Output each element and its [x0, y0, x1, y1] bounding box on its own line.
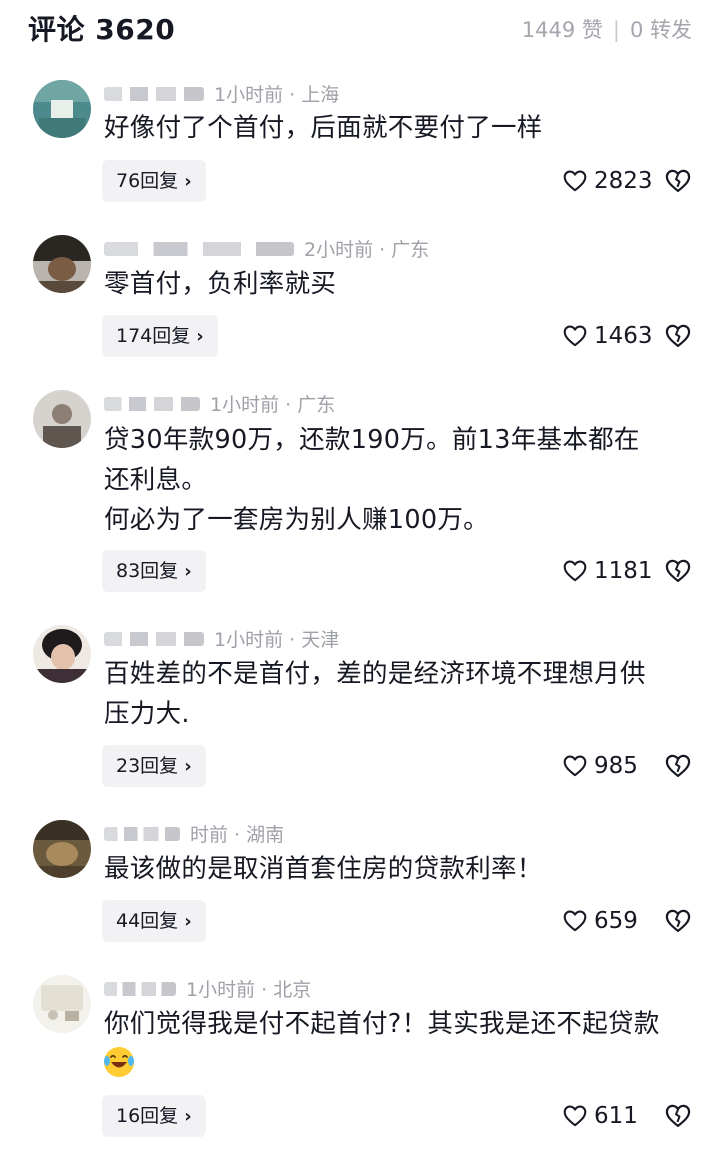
comment-text-line: 最该做的是取消首套住房的贷款利率！ [104, 854, 543, 884]
like-count: 611 [594, 1103, 638, 1129]
comment-time-location: 1小时前 · 广东 [210, 394, 336, 416]
avatar[interactable] [33, 80, 91, 138]
blurred-username[interactable] [104, 826, 180, 841]
replies-button[interactable]: 16回复 › [102, 1095, 206, 1137]
replies-button[interactable]: 174回复 › [102, 315, 218, 357]
replies-button[interactable]: 23回复 › [102, 745, 206, 787]
broken-heart-icon[interactable] [664, 322, 692, 350]
avatar[interactable] [33, 390, 91, 448]
broken-heart-icon[interactable] [664, 907, 692, 935]
blurred-username[interactable] [104, 86, 204, 101]
avatar[interactable] [33, 975, 91, 1033]
comment-text-line: 百姓差的不是首付，差的是经济环境不理想月供 [104, 659, 646, 689]
chevron-right-icon: › [196, 326, 204, 347]
replies-button[interactable]: 76回复 › [102, 160, 206, 202]
comment-meta: 1小时前 · 广东 [104, 390, 335, 416]
comments-count-title: 评论 3620 [28, 13, 176, 46]
heart-outline-icon [563, 325, 587, 347]
broken-heart-icon[interactable] [664, 752, 692, 780]
comment-time-location: 2小时前 · 广东 [304, 239, 430, 261]
replies-count: 76回复 [116, 170, 179, 192]
stats-divider: | [612, 18, 620, 42]
laughing-tears-emoji [104, 1047, 134, 1077]
chevron-right-icon: › [184, 756, 192, 777]
comments-header: 评论 3620 1449 赞 | 0 转发 [0, 0, 720, 52]
replies-button[interactable]: 83回复 › [102, 550, 206, 592]
like-button[interactable]: 1181 [562, 555, 653, 587]
like-count: 1463 [594, 323, 653, 349]
chevron-right-icon: › [184, 1106, 192, 1127]
avatar[interactable] [33, 625, 91, 683]
like-button[interactable]: 1463 [562, 320, 653, 352]
comment-time-location: 1小时前 · 上海 [214, 84, 340, 106]
like-button[interactable]: 611 [562, 1100, 638, 1132]
header-stats: 1449 赞 | 0 转发 [522, 14, 692, 44]
blurred-username[interactable] [104, 241, 294, 256]
heart-outline-icon [563, 910, 587, 932]
replies-count: 174回复 [116, 325, 191, 347]
likes-count: 1449 赞 [521, 18, 603, 42]
comment-time-location: 1小时前 · 北京 [186, 979, 312, 1001]
comment-text-line: 贷30年款90万，还款190万。前13年基本都在 [104, 425, 640, 455]
like-button[interactable]: 985 [562, 750, 638, 782]
broken-heart-icon[interactable] [664, 557, 692, 585]
chevron-right-icon: › [184, 561, 192, 582]
replies-button[interactable]: 44回复 › [102, 900, 206, 942]
comment-text: 百姓差的不是首付，差的是经济环境不理想月供 压力大. [104, 654, 699, 734]
like-count: 2823 [594, 168, 653, 194]
replies-count: 44回复 [116, 910, 179, 932]
avatar[interactable] [33, 820, 91, 878]
like-button[interactable]: 2823 [562, 165, 653, 197]
heart-outline-icon [563, 560, 587, 582]
comment-text: 贷30年款90万，还款190万。前13年基本都在 还利息。 何必为了一套房为别人… [104, 420, 699, 540]
replies-count: 23回复 [116, 755, 179, 777]
comment-text: 你们觉得我是付不起首付?！其实我是还不起贷款 [104, 1004, 699, 1044]
like-count: 985 [594, 753, 638, 779]
like-count: 659 [594, 908, 638, 934]
replies-count: 16回复 [116, 1105, 179, 1127]
comment-meta: 1小时前 · 北京 [104, 975, 311, 1001]
comment-text-line: 好像付了个首付，后面就不要付了一样 [104, 113, 543, 143]
like-button[interactable]: 659 [562, 905, 638, 937]
comment-meta: 1小时前 · 天津 [104, 625, 339, 651]
comment-text: 零首付，负利率就买 [104, 264, 699, 304]
comment-meta: 时前 · 湖南 [104, 820, 284, 846]
comment-text-line: 压力大. [104, 699, 190, 729]
heart-outline-icon [563, 170, 587, 192]
comment-text-line: 何必为了一套房为别人赚100万。 [104, 505, 489, 535]
blurred-username[interactable] [104, 981, 176, 996]
replies-count: 83回复 [116, 560, 179, 582]
like-count: 1181 [594, 558, 653, 584]
blurred-username[interactable] [104, 631, 204, 646]
heart-outline-icon [563, 755, 587, 777]
comment-text-line: 你们觉得我是付不起首付?！其实我是还不起贷款 [104, 1009, 660, 1039]
heart-outline-icon [563, 1105, 587, 1127]
comment-meta: 1小时前 · 上海 [104, 80, 339, 106]
comment-time-location: 时前 · 湖南 [190, 824, 285, 846]
comment-text-line: 零首付，负利率就买 [104, 269, 337, 299]
broken-heart-icon[interactable] [664, 1102, 692, 1130]
shares-count: 0 转发 [629, 18, 692, 42]
comment-text: 好像付了个首付，后面就不要付了一样 [104, 108, 699, 148]
blurred-username[interactable] [104, 396, 200, 411]
chevron-right-icon: › [184, 171, 192, 192]
comment-text-line: 还利息。 [104, 465, 208, 495]
comment-time-location: 1小时前 · 天津 [214, 629, 340, 651]
chevron-right-icon: › [184, 911, 192, 932]
avatar[interactable] [33, 235, 91, 293]
broken-heart-icon[interactable] [664, 167, 692, 195]
comment-meta: 2小时前 · 广东 [104, 235, 429, 261]
comment-text: 最该做的是取消首套住房的贷款利率！ [104, 849, 699, 889]
